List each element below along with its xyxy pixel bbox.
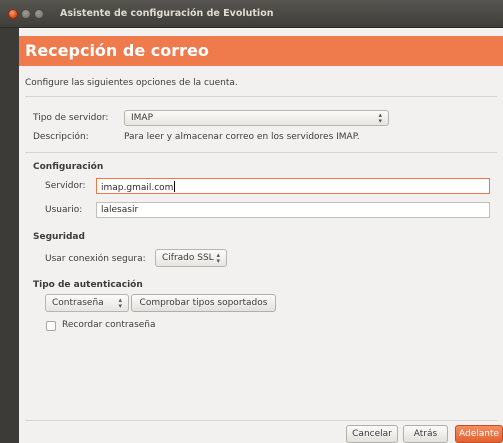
- server-input[interactable]: imap.gmail.com: [96, 178, 490, 194]
- server-label: Servidor:: [45, 181, 86, 191]
- maximize-window-button[interactable]: [34, 9, 44, 19]
- description-label: Descripción:: [33, 132, 89, 142]
- window-title: Asistente de configuración de Evolution: [60, 8, 274, 19]
- secure-connection-label: Usar conexión segura:: [45, 254, 146, 264]
- close-window-button[interactable]: [8, 9, 18, 19]
- updown-arrows-icon: ▴ ▾: [118, 296, 122, 310]
- separator: [25, 96, 497, 97]
- minimize-window-button[interactable]: [21, 9, 31, 19]
- separator: [25, 420, 497, 421]
- check-supported-types-button[interactable]: Comprobar tipos soportados: [131, 294, 276, 312]
- updown-arrows-icon: ▴ ▾: [378, 111, 382, 125]
- intro-text: Configure las siguientes opciones de la …: [25, 78, 238, 88]
- back-button[interactable]: Atrás: [403, 425, 448, 443]
- server-type-label: Tipo de servidor:: [33, 113, 109, 123]
- security-heading: Seguridad: [33, 232, 85, 242]
- user-label: Usuario:: [45, 205, 83, 215]
- dialog-body: Recepción de correo Configure las siguie…: [19, 28, 503, 443]
- user-input-value: lalesasir: [101, 205, 139, 215]
- page-title: Recepción de correo: [25, 41, 209, 60]
- auth-type-value: Contraseña: [52, 298, 104, 308]
- description-value: Para leer y almacenar correo en los serv…: [124, 132, 360, 142]
- secure-connection-combo[interactable]: Cifrado SSL ▴ ▾: [155, 249, 227, 267]
- separator: [25, 152, 497, 153]
- configuration-heading: Configuración: [33, 162, 104, 172]
- server-input-value: imap.gmail.com: [101, 183, 174, 193]
- text-caret: [174, 181, 176, 192]
- auth-type-combo[interactable]: Contraseña ▴ ▾: [45, 294, 129, 312]
- user-input[interactable]: lalesasir: [96, 202, 490, 218]
- page-header: Recepción de correo: [19, 36, 503, 66]
- cancel-button[interactable]: Cancelar: [346, 425, 398, 443]
- authentication-heading: Tipo de autenticación: [33, 280, 143, 290]
- remember-password-checkbox[interactable]: [46, 321, 56, 331]
- server-type-combo[interactable]: IMAP ▴ ▾: [124, 110, 389, 126]
- updown-arrows-icon: ▴ ▾: [216, 251, 220, 265]
- forward-button[interactable]: Adelante: [455, 425, 503, 443]
- secure-connection-value: Cifrado SSL: [162, 253, 214, 263]
- server-type-value: IMAP: [131, 113, 154, 123]
- remember-password-label: Recordar contraseña: [62, 320, 156, 330]
- title-bar: Asistente de configuración de Evolution: [0, 0, 503, 28]
